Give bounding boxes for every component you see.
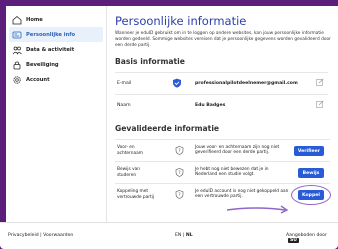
edit-email-icon[interactable] — [316, 78, 324, 86]
validated-description: Jouw voor- en achternaam zijn nog niet g… — [195, 145, 280, 156]
validated-label: Bewijs van studeren — [117, 167, 140, 178]
name-label: Naam — [117, 102, 131, 108]
question-icon[interactable]: ? — [175, 190, 184, 199]
sidebar-nav: Home Persoonlijke info Data & activiteit… — [6, 6, 106, 87]
email-row: E-mail professionalpilotdeelnemer@gmail.… — [115, 72, 328, 94]
basis-info-list: E-mail professionalpilotdeelnemer@gmail.… — [115, 72, 328, 116]
people-icon — [12, 45, 22, 55]
sidebar-item-label: Persoonlijke info — [26, 31, 76, 38]
house-icon — [12, 15, 22, 25]
footer-links: Privacybeleid | Voorwaarden — [8, 233, 73, 238]
language-switch: EN | NL — [175, 233, 193, 238]
sidebar-item-label: Home — [26, 16, 43, 23]
highlight-circle — [291, 185, 331, 205]
verify-button[interactable]: Verifieer — [293, 146, 324, 156]
sidebar-item-label: Data & activiteit — [26, 46, 75, 53]
basis-section-title: Basis informatie — [115, 57, 185, 66]
name-value: Edu Badges — [195, 103, 226, 108]
validated-label: Koppeling met vertrouwde partij — [117, 189, 155, 200]
id-card-icon — [12, 30, 22, 40]
svg-text:?: ? — [178, 192, 181, 198]
surf-logo[interactable]: SU — [288, 238, 300, 243]
validated-row-trusted-party: Koppeling met vertrouwde partij ? Je edu… — [115, 183, 331, 205]
question-icon[interactable]: ? — [175, 146, 184, 155]
footer-separator: | — [40, 233, 42, 238]
validated-row-name: Voor- en achternaam ? Jouw voor- en acht… — [115, 139, 330, 161]
validated-description: Je eduID account is nog niet gekoppeld a… — [195, 189, 289, 200]
lang-en[interactable]: EN — [175, 233, 181, 238]
sidebar-item-home[interactable]: Home — [9, 12, 103, 27]
validated-row-study: Bewijs van studeren ? Je hebt nog niet b… — [115, 161, 330, 183]
sidebar-item-account[interactable]: Account — [9, 72, 103, 87]
sidebar-item-label: Beveiliging — [26, 61, 59, 68]
sidebar-item-persoonlijke-info[interactable]: Persoonlijke info — [9, 27, 103, 42]
email-value: professionalpilotdeelnemer@gmail.com — [195, 81, 298, 86]
footer: Privacybeleid | Voorwaarden EN | NL Aang… — [0, 222, 338, 249]
validated-info-list: Voor- en achternaam ? Jouw voor- en acht… — [115, 139, 331, 205]
page-title: Persoonlijke informatie — [115, 14, 247, 28]
lang-nl[interactable]: NL — [186, 233, 193, 238]
gear-icon — [12, 75, 22, 85]
privacy-link[interactable]: Privacybeleid — [8, 233, 39, 238]
sidebar: Home Persoonlijke info Data & activiteit… — [6, 6, 106, 222]
lang-separator: | — [182, 233, 185, 238]
email-label: E-mail — [117, 80, 132, 86]
prove-button[interactable]: Bewijs — [298, 168, 324, 178]
edit-name-icon[interactable] — [316, 100, 324, 108]
name-row: Naam Edu Badges — [115, 94, 328, 116]
svg-text:?: ? — [178, 170, 181, 176]
validated-label: Voor- en achternaam — [117, 145, 143, 156]
intro-text: Wanneer je eduID gebruikt om in te logge… — [115, 31, 331, 48]
validated-section-title: Gevalideerde informatie — [115, 124, 220, 133]
main-panel: Persoonlijke informatie Wanneer je eduID… — [106, 6, 338, 222]
app-frame: Home Persoonlijke info Data & activiteit… — [0, 0, 338, 249]
lock-icon — [12, 60, 22, 70]
shield-check-icon — [172, 78, 182, 88]
sidebar-item-label: Account — [26, 76, 50, 83]
terms-link[interactable]: Voorwaarden — [43, 233, 73, 238]
question-icon[interactable]: ? — [175, 168, 184, 177]
svg-text:?: ? — [178, 148, 181, 154]
validated-description: Je hebt nog niet bewezen dat je in Neder… — [195, 167, 269, 178]
sidebar-item-data-activiteit[interactable]: Data & activiteit — [9, 42, 103, 57]
supported-by: Aangeboden door SU — [286, 233, 338, 243]
sidebar-item-beveiliging[interactable]: Beveiliging — [9, 57, 103, 72]
